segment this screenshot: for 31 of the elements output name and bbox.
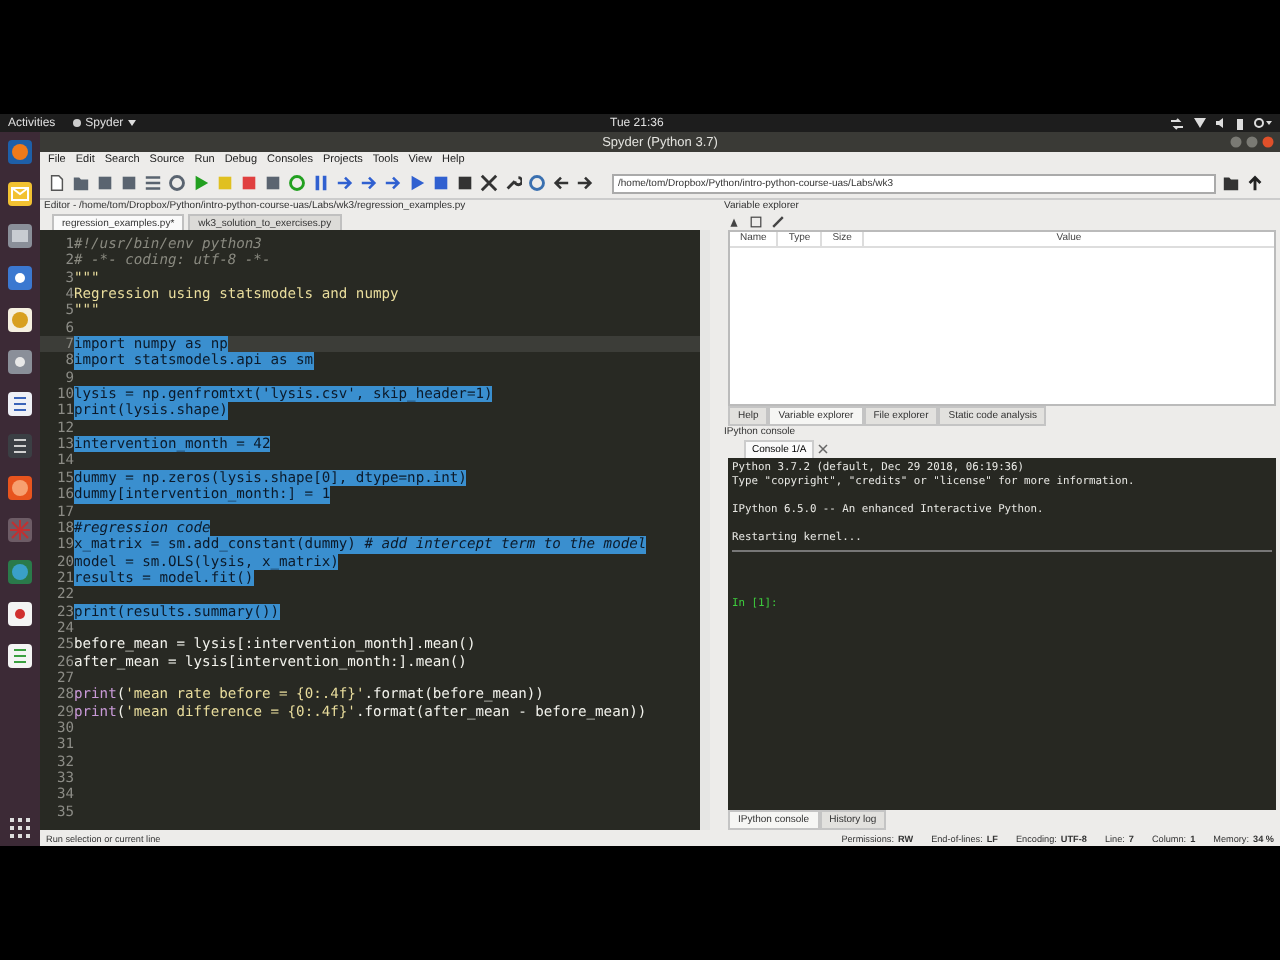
close-button[interactable]	[1262, 136, 1274, 148]
help-icon[interactable]	[6, 264, 34, 292]
network-icon[interactable]	[1170, 117, 1184, 129]
code-editor[interactable]	[40, 230, 710, 830]
wifi-icon[interactable]	[1194, 118, 1206, 128]
continue-icon[interactable]	[408, 174, 426, 192]
step-icon[interactable]	[336, 174, 354, 192]
debug-icon[interactable]	[312, 174, 330, 192]
spreadsheet-icon[interactable]	[6, 642, 34, 670]
minimize-button[interactable]	[1230, 136, 1242, 148]
back-arrow-icon[interactable]	[552, 174, 570, 192]
folder-icon[interactable]	[6, 222, 34, 250]
terminal-icon[interactable]	[6, 432, 34, 460]
volume-icon[interactable]	[1216, 118, 1226, 128]
mail-icon[interactable]	[6, 180, 34, 208]
list-icon[interactable]	[144, 174, 162, 192]
close-icon[interactable]	[818, 444, 829, 454]
stop-icon[interactable]	[432, 174, 450, 192]
globe-icon[interactable]	[6, 558, 34, 586]
open-folder-icon[interactable]	[1222, 174, 1240, 192]
apps-grid-icon[interactable]	[10, 818, 30, 838]
new-file-icon[interactable]	[48, 174, 66, 192]
power-icon[interactable]	[1254, 118, 1272, 128]
up-arrow-icon[interactable]	[1246, 174, 1264, 192]
forward-arrow-icon[interactable]	[576, 174, 594, 192]
caret-icon	[127, 120, 136, 126]
software-icon[interactable]	[6, 474, 34, 502]
run-icon[interactable]	[192, 174, 210, 192]
open-folder-icon[interactable]	[72, 174, 90, 192]
battery-icon[interactable]	[1236, 117, 1244, 129]
maximize-button[interactable]	[1246, 136, 1258, 148]
